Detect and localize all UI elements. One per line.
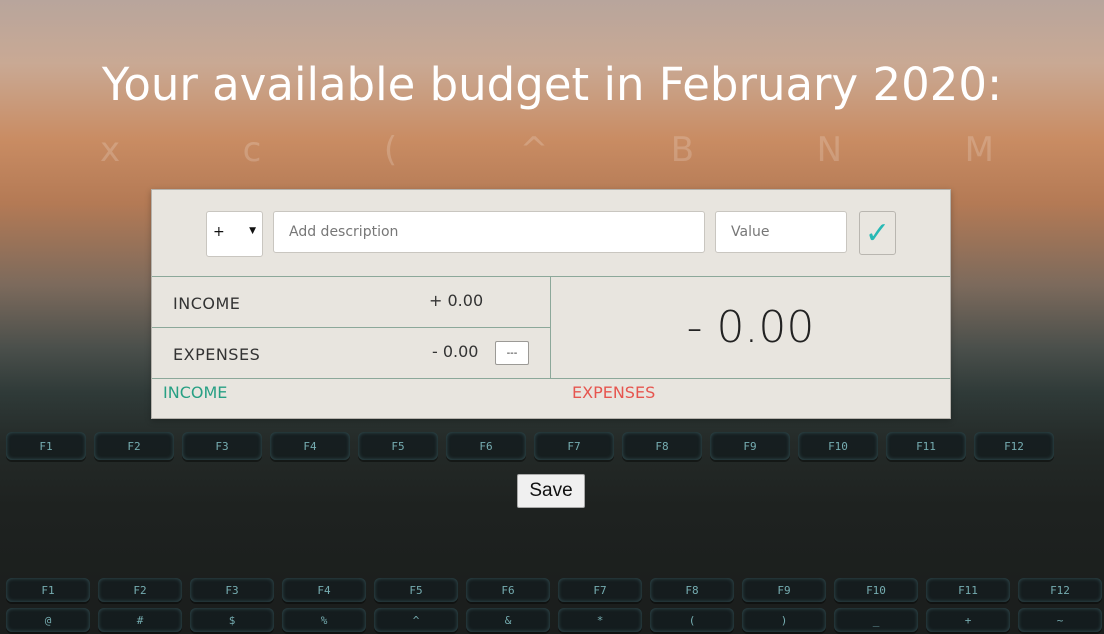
background-keyboard-letters: x c(^ B N M: [100, 130, 1000, 170]
expenses-summary-row: EXPENSES - 0.00 ---: [152, 328, 550, 378]
expenses-label: EXPENSES: [173, 345, 261, 364]
budget-panel: + ▼ ✓ INCOME + 0.00 EXPENSES - 0.00 --- …: [151, 189, 951, 419]
background-keyboard-row: @ # $% ^ & *( ) _ + ~: [0, 608, 1104, 632]
item-lists: INCOME EXPENSES: [152, 378, 950, 419]
value-input[interactable]: [715, 211, 847, 253]
add-item-button[interactable]: ✓: [859, 211, 896, 255]
budget-total: - 0.00: [686, 302, 815, 353]
type-select[interactable]: + ▼: [206, 211, 263, 257]
income-list-title: INCOME: [163, 383, 228, 402]
expenses-percentage-badge: ---: [495, 341, 529, 365]
budget-page: x c(^ B N M F1 F2 F3 F4 F5 F6 F7 F8 F9 F10 F11 F12 F1…: [0, 0, 1104, 634]
background-keyboard-row: F1 F2 F3 F4 F5 F6 F7 F8 F9 F10 F11 F12: [0, 578, 1104, 602]
type-select-value: +: [213, 224, 225, 240]
checkmark-icon: ✓: [864, 215, 891, 251]
expenses-value: - 0.00: [432, 342, 479, 361]
income-summary-row: INCOME + 0.00: [152, 277, 550, 328]
save-button[interactable]: Save: [517, 474, 585, 508]
summary-breakdown: INCOME + 0.00 EXPENSES - 0.00 ---: [152, 277, 551, 378]
description-input[interactable]: [273, 211, 705, 253]
background-keyboard-row: F1 F2 F3 F4 F5 F6 F7 F8 F9 F10 F11 F12: [0, 432, 1104, 460]
income-label: INCOME: [173, 294, 241, 313]
add-item-form: + ▼ ✓: [152, 190, 950, 277]
expenses-list-title: EXPENSES: [572, 383, 656, 402]
budget-title: Your available budget in February 2020:: [101, 58, 1003, 111]
income-value: + 0.00: [429, 291, 484, 310]
dropdown-arrow-icon: ▼: [249, 226, 256, 236]
